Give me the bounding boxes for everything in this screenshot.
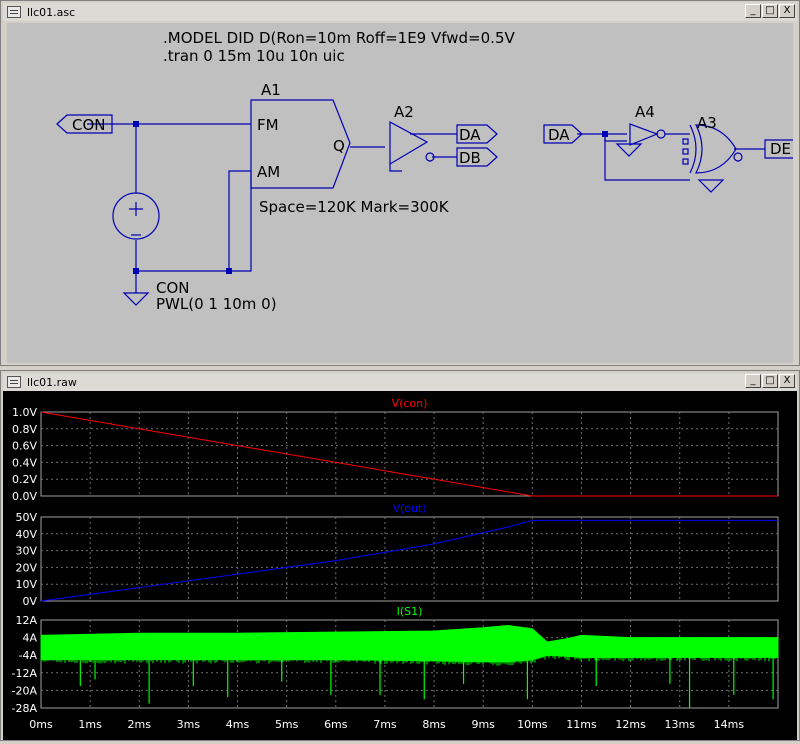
pane-frame <box>40 411 779 497</box>
buffer-a2 <box>389 120 429 166</box>
schematic-window: llc01.asc _ □ X .MODEL DID D(Ron=10m Rof… <box>0 0 800 366</box>
trace-line <box>40 411 778 497</box>
y-tick-label: -28A <box>12 702 38 715</box>
y-tick-label: 0.2V <box>12 473 37 486</box>
x-tick-label: 6ms <box>324 718 348 731</box>
y-tick-label: 30V <box>15 545 37 558</box>
maximize-button[interactable]: □ <box>762 4 778 18</box>
ground-symbol <box>122 292 150 306</box>
y-tick-label: 4A <box>22 632 37 645</box>
y-tick-label: 0.0V <box>12 490 37 503</box>
y-tick-label: 12A <box>15 614 37 627</box>
trace-area <box>40 624 779 663</box>
wire-am-return <box>136 171 252 272</box>
window-icon <box>7 376 21 388</box>
xor-a3 <box>689 124 697 174</box>
directive-model: .MODEL DID D(Ron=10m Roff=1E9 Vfwd=0.5V <box>163 29 515 47</box>
y-tick-label: 0.8V <box>12 423 37 436</box>
trace-title: V(con) <box>392 397 428 410</box>
y-tick-label: 50V <box>15 511 37 524</box>
close-button[interactable]: X <box>779 374 795 388</box>
wire-am <box>228 170 251 271</box>
label-da-in: DA <box>548 126 570 144</box>
label-a2: A2 <box>394 103 414 121</box>
label-con-port: CON <box>72 116 106 134</box>
y-tick-label: 0.6V <box>12 440 37 453</box>
minimize-button[interactable]: _ <box>745 4 761 18</box>
trace-title: V(out) <box>392 502 426 515</box>
trace-line <box>40 519 778 602</box>
y-tick-label: -20A <box>12 684 38 697</box>
schematic-drawing: .MODEL DID D(Ron=10m Roff=1E9 Vfwd=0.5V … <box>56 29 793 313</box>
label-source-value: PWL(0 1 10m 0) <box>156 295 277 313</box>
waveform-window: llc01.raw _ □ X 1.0V 0.8V 0.6V 0.4V 0.2V 0.0V… <box>0 370 800 741</box>
y-tick-label: 0.4V <box>12 456 37 469</box>
schematic-title: llc01.asc <box>27 5 76 19</box>
x-tick-label: 14ms <box>714 718 745 731</box>
waveform-chart: 1.0V 0.8V 0.6V 0.4V 0.2V 0.0V V(con) 50V 40V 30V 2… <box>12 397 779 731</box>
y-tick-label: 40V <box>15 528 37 541</box>
label-params: Space=120K Mark=300K <box>259 198 450 216</box>
label-da-out: DA <box>459 126 481 144</box>
x-tick-label: 5ms <box>275 718 299 731</box>
y-tick-label: 0V <box>22 595 37 608</box>
inverter-a4 <box>629 123 659 146</box>
trace-title: I(S1) <box>397 605 423 618</box>
x-tick-label: 7ms <box>373 718 397 731</box>
label-am: AM <box>257 163 280 181</box>
pane-frame <box>40 516 779 602</box>
close-button[interactable]: X <box>779 4 795 18</box>
label-fm: FM <box>257 116 279 134</box>
x-tick-label: 1ms <box>78 718 102 731</box>
x-tick-label: 11ms <box>566 718 597 731</box>
y-tick-label: 20V <box>15 561 37 574</box>
x-tick-label: 10ms <box>517 718 548 731</box>
schematic-titlebar[interactable]: llc01.asc _ □ X <box>3 3 797 21</box>
label-a4: A4 <box>635 103 655 121</box>
label-de-out: DE <box>770 140 791 158</box>
schematic-canvas[interactable]: .MODEL DID D(Ron=10m Roff=1E9 Vfwd=0.5V … <box>7 23 793 363</box>
y-tick-label: -4A <box>19 649 38 662</box>
waveform-plot-area[interactable]: 1.0V 0.8V 0.6V 0.4V 0.2V 0.0V V(con) 50V 40V 30V 2… <box>3 391 797 740</box>
directive-tran: .tran 0 15m 10u 10n uic <box>163 47 345 65</box>
label-db-out: DB <box>459 149 481 167</box>
y-tick-label: -12A <box>12 667 38 680</box>
label-q: Q <box>333 137 345 155</box>
minimize-button[interactable]: _ <box>745 374 761 388</box>
waveform-title: llc01.raw <box>27 375 77 389</box>
x-tick-label: 0ms <box>29 718 53 731</box>
x-tick-label: 13ms <box>665 718 696 731</box>
x-tick-label: 8ms <box>422 718 446 731</box>
x-tick-label: 2ms <box>128 718 152 731</box>
x-tick-label: 12ms <box>615 718 646 731</box>
y-tick-label: 1.0V <box>12 406 37 419</box>
x-tick-label: 9ms <box>471 718 495 731</box>
window-icon <box>7 6 21 18</box>
label-a1: A1 <box>261 81 281 99</box>
waveform-titlebar[interactable]: llc01.raw _ □ X <box>3 373 797 391</box>
y-tick-label: 10V <box>15 578 37 591</box>
maximize-button[interactable]: □ <box>762 374 778 388</box>
x-tick-label: 3ms <box>177 718 201 731</box>
label-a3: A3 <box>697 114 717 132</box>
x-tick-label: 4ms <box>226 718 250 731</box>
